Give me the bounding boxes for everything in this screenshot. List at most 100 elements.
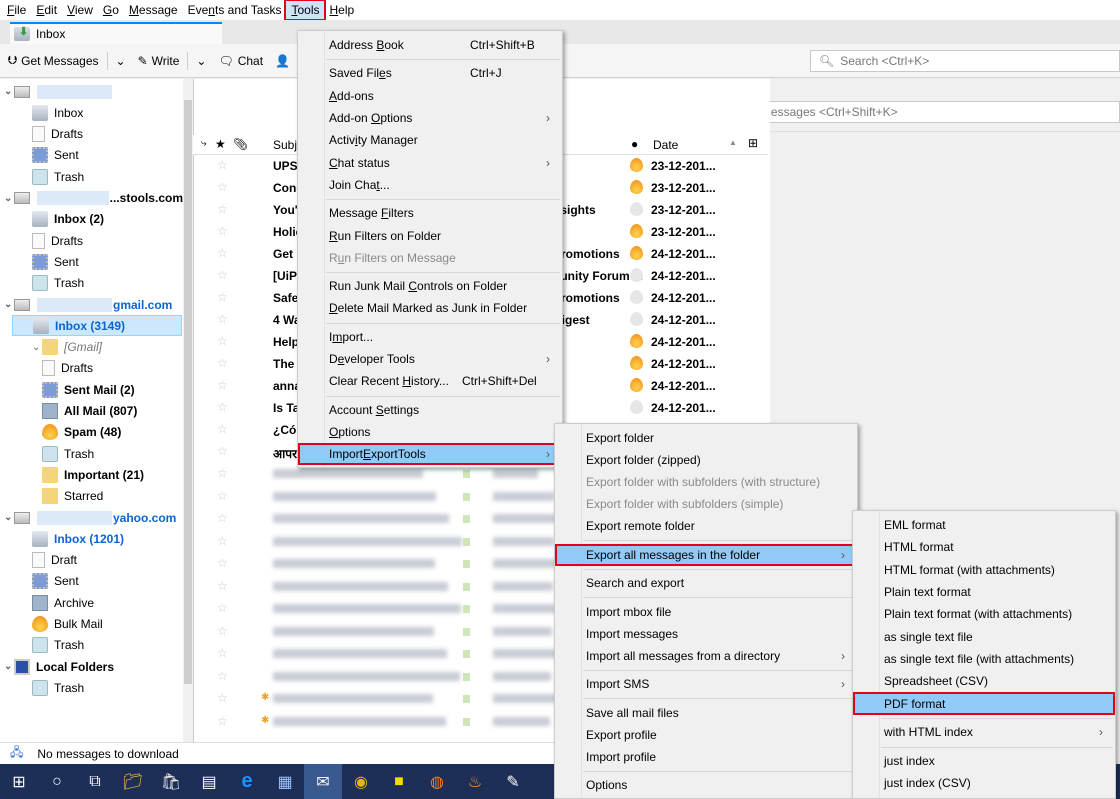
expand-twisty-icon[interactable]: ⌄ (4, 299, 14, 310)
iet-menu-item-search-and-export[interactable]: Search and export (555, 572, 857, 594)
taskbar-cortana-icon[interactable]: ○ (38, 764, 76, 799)
star-icon[interactable]: ☆ (217, 378, 228, 392)
junk-flame-icon[interactable] (630, 224, 643, 238)
folder-item[interactable]: Important (21) (0, 464, 183, 485)
folder-item[interactable]: Drafts (0, 230, 183, 251)
menu-events-tasks[interactable]: Events and Tasks (183, 1, 287, 19)
folder-item[interactable]: ⌄ [Gmail] (0, 337, 183, 358)
folder-item[interactable]: Inbox (2) (0, 209, 183, 230)
star-icon[interactable]: ☆ (217, 489, 228, 503)
iet-menu-item-import-sms[interactable]: Import SMS › (555, 673, 857, 695)
star-icon[interactable]: ☆ (217, 556, 228, 570)
tools-menu-item-chat-status[interactable]: Chat status › (298, 152, 562, 174)
not-junk-icon[interactable] (630, 290, 643, 304)
junk-flame-icon[interactable] (630, 180, 643, 194)
folder-item[interactable]: Sent (0, 251, 183, 272)
star-icon[interactable]: ☆ (217, 669, 228, 683)
iet-menu-item-import-profile[interactable]: Import profile (555, 746, 857, 768)
folder-item[interactable]: Bulk Mail (0, 614, 183, 635)
iet-menu-item-options[interactable]: Options (555, 774, 857, 796)
get-messages-dropdown[interactable]: ⌄ (112, 52, 130, 70)
not-junk-icon[interactable] (630, 202, 643, 216)
star-icon[interactable]: ☆ (217, 534, 228, 548)
thread-column-icon[interactable]: ⤷ (201, 138, 207, 149)
junk-flame-icon[interactable] (630, 246, 643, 260)
folder-item[interactable]: Sent Mail (2) (0, 379, 183, 400)
star-icon[interactable]: ☆ (217, 422, 228, 436)
iet-menu-item-export-folder[interactable]: Export folder (555, 427, 857, 449)
export-menu-item-eml-format[interactable]: EML format (853, 514, 1115, 536)
folder-item[interactable]: Trash (0, 273, 183, 294)
menu-tools[interactable]: Tools (284, 0, 327, 21)
star-icon[interactable]: ☆ (217, 624, 228, 638)
not-junk-icon[interactable] (630, 312, 643, 326)
taskbar-chrome-icon[interactable]: ◉ (342, 764, 380, 799)
folder-item[interactable]: Trash (0, 166, 183, 187)
global-search-input[interactable]: 🔍︎ Search <Ctrl+K> (810, 50, 1120, 72)
account-row[interactable]: ⌄ gmail.com (0, 294, 183, 315)
expand-twisty-icon[interactable]: ⌄ (4, 661, 14, 672)
menu-help[interactable]: Help (324, 1, 359, 19)
account-row[interactable]: ⌄ Local Folders (0, 656, 183, 677)
tools-menu-item-clear-recent-history[interactable]: Clear Recent History... Ctrl+Shift+Del (298, 370, 562, 392)
tab-inbox[interactable]: ⬇ Inbox (10, 22, 222, 44)
star-icon[interactable]: ☆ (217, 312, 228, 326)
chat-button[interactable]: 🗨 Chat (214, 52, 267, 70)
get-messages-button[interactable]: ⮋ Get Messages (4, 51, 103, 70)
star-icon[interactable]: ☆ (217, 601, 228, 615)
taskbar-start-icon[interactable]: ⊞ (0, 764, 38, 799)
taskbar-sticky-notes-icon[interactable]: ■ (380, 764, 418, 799)
star-icon[interactable]: ☆ (217, 158, 228, 172)
tools-menu-item-activity-manager[interactable]: Activity Manager (298, 129, 562, 151)
taskbar-notepad-icon[interactable]: ▤ (190, 764, 228, 799)
menu-edit[interactable]: Edit (31, 1, 62, 19)
star-column-icon[interactable]: ★ (215, 137, 226, 151)
folder-item[interactable]: Starred (0, 486, 183, 507)
address-book-button[interactable]: 👤 (271, 52, 294, 70)
not-junk-icon[interactable] (630, 400, 643, 414)
taskbar-edge-icon[interactable]: e (228, 764, 266, 799)
folder-item[interactable]: Archive (0, 592, 183, 613)
taskbar-task-view-icon[interactable]: ⧉ (76, 764, 114, 799)
iet-menu-item-export-all-messages-in-the-folder[interactable]: Export all messages in the folder › (555, 543, 857, 566)
tools-menu-item-add-on-options[interactable]: Add-on Options › (298, 107, 562, 129)
iet-menu-item-export-remote-folder[interactable]: Export remote folder (555, 515, 857, 537)
tools-menu-item-join-chat[interactable]: Join Chat... (298, 174, 562, 196)
star-icon[interactable]: ☆ (217, 691, 228, 705)
export-menu-item-html-format[interactable]: HTML format (853, 536, 1115, 558)
star-icon[interactable]: ☆ (217, 202, 228, 216)
folder-item[interactable]: Sent (0, 571, 183, 592)
taskbar-thunderbird-icon[interactable]: ✉ (304, 764, 342, 799)
folder-item[interactable]: Sent (0, 145, 183, 166)
star-icon[interactable]: ☆ (217, 290, 228, 304)
export-menu-item-just-index[interactable]: just index (853, 750, 1115, 772)
star-icon[interactable]: ☆ (217, 714, 228, 728)
iet-menu-item-import-all-messages-from-a-directory[interactable]: Import all messages from a directory › (555, 645, 857, 667)
star-icon[interactable]: ☆ (217, 180, 228, 194)
folder-item[interactable]: Drafts (0, 358, 183, 379)
star-icon[interactable]: ☆ (217, 356, 228, 370)
folder-item[interactable]: Inbox (1201) (0, 528, 183, 549)
star-icon[interactable]: ☆ (217, 334, 228, 348)
write-button[interactable]: ✎ Write (134, 52, 184, 70)
expand-twisty-icon[interactable]: ⌄ (4, 86, 14, 97)
account-row[interactable]: ⌄ (0, 81, 183, 102)
tools-menu-item-address-book[interactable]: Address Book Ctrl+Shift+B (298, 34, 562, 56)
folder-item[interactable]: Inbox (0, 102, 183, 123)
account-row[interactable]: ⌄ yahoo.com (0, 507, 183, 528)
date-column-header[interactable]: Date (653, 138, 678, 152)
taskbar-writer-icon[interactable]: ▦ (266, 764, 304, 799)
tools-menu-item-options[interactable]: Options (298, 421, 562, 443)
tools-menu-item-importexporttools[interactable]: ImportExportTools › (298, 443, 562, 466)
export-menu-item-as-single-text-file-with-attachments[interactable]: as single text file (with attachments) (853, 648, 1115, 670)
export-menu-item-pdf-format[interactable]: PDF format (853, 692, 1115, 715)
folder-item[interactable]: All Mail (807) (0, 401, 183, 422)
junk-flame-icon[interactable] (630, 378, 643, 392)
iet-menu-item-save-all-mail-files[interactable]: Save all mail files (555, 702, 857, 724)
expand-twisty-icon[interactable]: ⌄ (4, 193, 14, 204)
tools-menu-item-message-filters[interactable]: Message Filters (298, 202, 562, 224)
folder-item[interactable]: Trash (0, 635, 183, 656)
taskbar-store-icon[interactable]: 🛍︎ (152, 764, 190, 799)
tools-menu-item-run-filters-on-folder[interactable]: Run Filters on Folder (298, 224, 562, 246)
expand-twisty-icon[interactable]: ⌄ (4, 512, 14, 523)
